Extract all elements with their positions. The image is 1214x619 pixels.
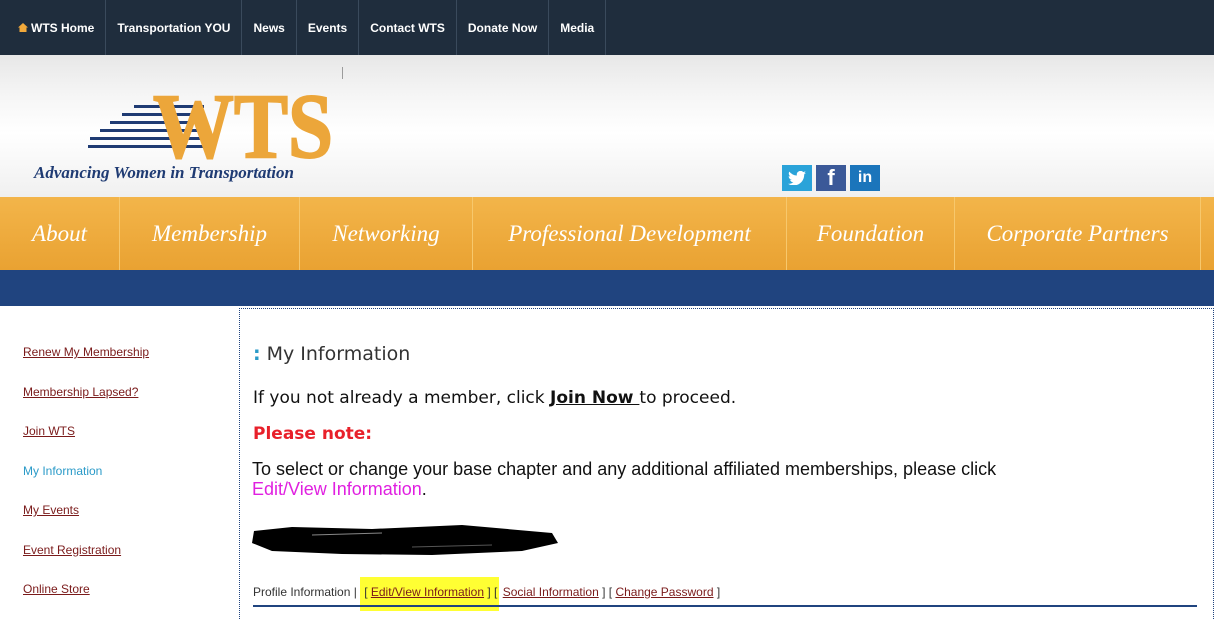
header-banner: WTS Advancing Women in Transportation — [0, 55, 1214, 197]
chapter-instruction-end: . — [421, 479, 427, 499]
top-nav-list: WTS Home Transportation YOU News Events … — [0, 0, 1214, 55]
edit-view-information-link[interactable]: Edit/View Information — [371, 585, 484, 599]
sidebar-item-online-store[interactable]: Online Store — [23, 567, 223, 607]
join-instruction-suffix: to proceed. — [639, 388, 737, 408]
join-instruction: If you not already a member, click Join … — [253, 388, 736, 408]
main-nav-corporate-partners[interactable]: Corporate Partners — [955, 197, 1201, 270]
redacted-member-name — [252, 525, 558, 555]
main-nav-networking[interactable]: Networking — [300, 197, 473, 270]
main-nav-membership[interactable]: Membership — [120, 197, 300, 270]
page-title-text: My Information — [266, 343, 411, 365]
sidebar: Renew My Membership Membership Lapsed? J… — [23, 330, 223, 607]
wts-logo[interactable]: WTS — [88, 75, 333, 163]
profile-tabs-separator: | — [350, 585, 361, 599]
edit-view-information-inline-link[interactable]: Edit/View Information — [252, 479, 422, 499]
profile-information-label: Profile Information — [253, 585, 351, 599]
profile-tabs: Profile Information | [ Edit/View Inform… — [253, 577, 720, 611]
twitter-icon[interactable] — [782, 165, 812, 191]
tagline: Advancing Women in Transportation — [34, 163, 294, 182]
top-nav-news[interactable]: News — [242, 0, 297, 55]
blue-band — [0, 270, 1214, 306]
top-nav-label: WTS Home — [31, 20, 95, 35]
logo-text: WTS — [153, 75, 333, 163]
main-nav: About Membership Networking Professional… — [0, 197, 1214, 270]
main-nav-foundation[interactable]: Foundation — [787, 197, 955, 270]
page-title: : My Information — [253, 343, 410, 365]
sidebar-item-renew-membership[interactable]: Renew My Membership — [23, 330, 223, 370]
home-icon — [18, 23, 28, 32]
sidebar-item-join-wts[interactable]: Join WTS — [23, 409, 223, 449]
sidebar-item-membership-lapsed[interactable]: Membership Lapsed? — [23, 370, 223, 410]
top-nav-contact-wts[interactable]: Contact WTS — [359, 0, 457, 55]
social-information-link[interactable]: Social Information — [503, 585, 599, 599]
please-note-label: Please note: — [253, 424, 373, 444]
content-panel: : My Information If you not already a mem… — [239, 308, 1214, 619]
chapter-instruction: To select or change your base chapter an… — [252, 459, 1012, 499]
top-utility-bar: WTS Home Transportation YOU News Events … — [0, 0, 1214, 55]
top-nav-transportation-you[interactable]: Transportation YOU — [106, 0, 243, 55]
sidebar-item-event-registration[interactable]: Event Registration — [23, 528, 223, 568]
social-links: f in — [782, 165, 880, 191]
chapter-instruction-text: To select or change your base chapter an… — [252, 459, 997, 479]
top-nav-wts-home[interactable]: WTS Home — [8, 0, 107, 55]
top-nav-media[interactable]: Media — [549, 0, 607, 55]
top-nav-events[interactable]: Events — [297, 0, 360, 55]
logo-divider — [342, 67, 343, 79]
facebook-icon[interactable]: f — [816, 165, 846, 191]
change-password-link[interactable]: Change Password — [615, 585, 713, 599]
content-divider — [253, 605, 1197, 607]
main-nav-about[interactable]: About — [0, 197, 120, 270]
sidebar-item-my-events[interactable]: My Events — [23, 488, 223, 528]
join-now-link[interactable]: Join Now — [550, 388, 639, 408]
linkedin-icon[interactable]: in — [850, 165, 880, 191]
sidebar-item-my-information[interactable]: My Information — [23, 449, 223, 489]
top-nav-donate-now[interactable]: Donate Now — [457, 0, 550, 55]
join-instruction-prefix: If you not already a member, click — [253, 388, 551, 408]
bullet-icon: : — [253, 343, 261, 365]
main-nav-professional-development[interactable]: Professional Development — [473, 197, 787, 270]
